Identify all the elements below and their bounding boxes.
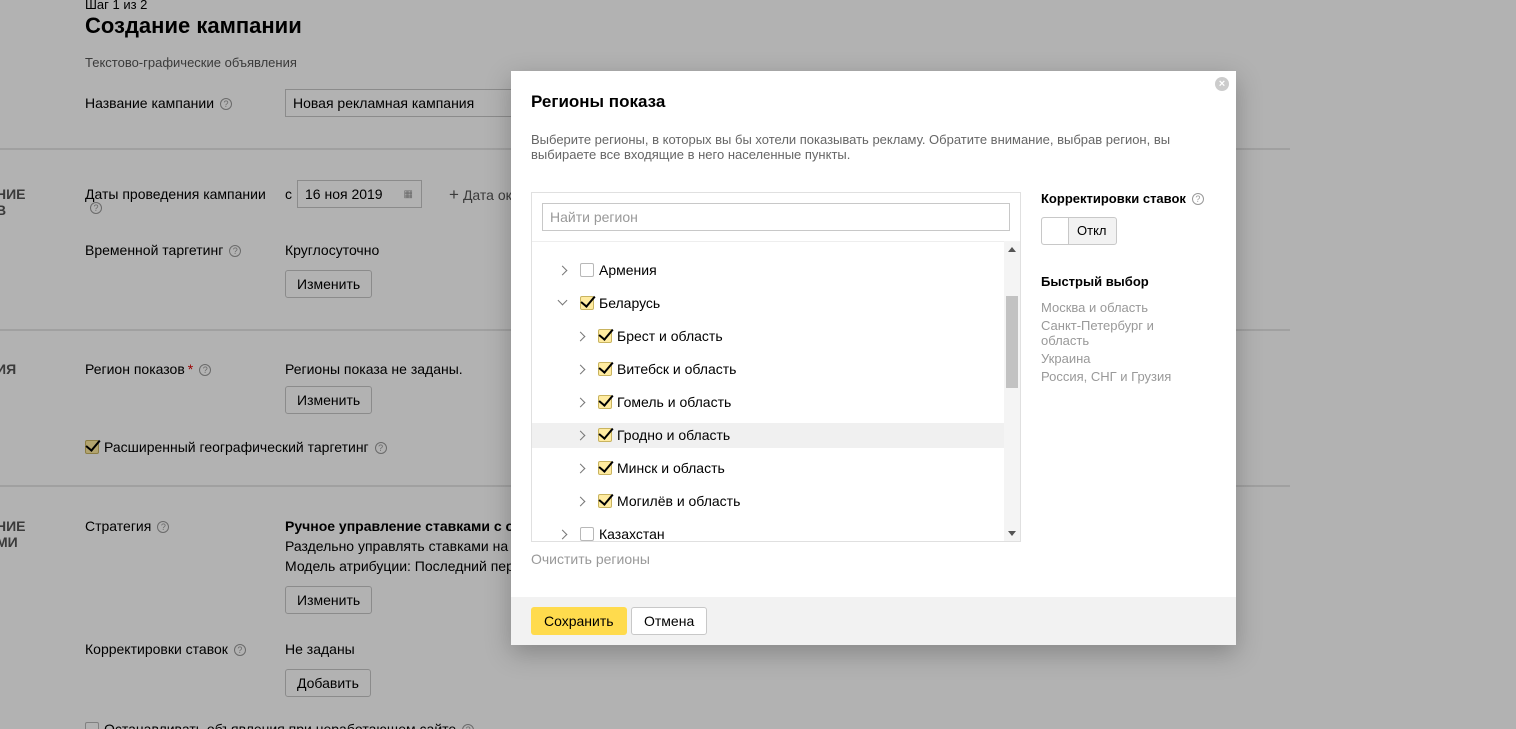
- region-label: Гродно и область: [617, 427, 731, 443]
- save-button[interactable]: Сохранить: [531, 607, 627, 635]
- modal-footer: Сохранить Отмена: [511, 597, 1236, 645]
- region-checkbox[interactable]: [580, 527, 594, 541]
- region-checkbox[interactable]: [598, 329, 612, 343]
- scroll-thumb[interactable]: [1006, 296, 1018, 388]
- region-label: Могилёв и область: [617, 493, 741, 509]
- quick-select-spb[interactable]: Санкт-Петербург и область: [1041, 318, 1191, 348]
- clear-regions-link[interactable]: Очистить регионы: [531, 551, 650, 567]
- bid-adjustments-toggle[interactable]: Откл: [1041, 217, 1117, 245]
- region-label: Гомель и область: [617, 394, 732, 410]
- modal-description: Выберите регионы, в которых вы бы хотели…: [531, 132, 1171, 162]
- cancel-button[interactable]: Отмена: [631, 607, 708, 635]
- region-label: Казахстан: [599, 526, 665, 542]
- region-label: Армения: [599, 262, 657, 278]
- help-icon[interactable]: ?: [1191, 193, 1204, 205]
- region-checkbox[interactable]: [580, 296, 594, 310]
- region-label: Беларусь: [599, 295, 661, 311]
- region-tree-panel: Найти регион Армения Беларусь Брест и обла…: [531, 192, 1021, 542]
- region-search-input[interactable]: Найти регион: [542, 203, 1010, 231]
- scroll-down-arrow-icon[interactable]: [1008, 531, 1016, 536]
- region-row[interactable]: Армения: [532, 258, 1004, 283]
- toggle-knob: [1042, 218, 1069, 244]
- region-label: Витебск и область: [617, 361, 737, 377]
- scroll-up-arrow-icon[interactable]: [1008, 247, 1016, 252]
- region-row[interactable]: Брест и область: [532, 324, 1004, 349]
- quick-select-ukraine[interactable]: Украина: [1041, 351, 1091, 366]
- region-row[interactable]: Минск и область: [532, 456, 1004, 481]
- chevron-right-icon[interactable]: [575, 364, 586, 375]
- chevron-right-icon[interactable]: [575, 430, 586, 441]
- region-checkbox[interactable]: [598, 494, 612, 508]
- quick-select-moscow[interactable]: Москва и область: [1041, 300, 1148, 315]
- region-checkbox[interactable]: [580, 263, 594, 277]
- region-row[interactable]: Витебск и область: [532, 357, 1004, 382]
- modal-title: Регионы показа: [531, 92, 666, 111]
- region-checkbox[interactable]: [598, 362, 612, 376]
- region-checkbox[interactable]: [598, 428, 612, 442]
- region-row[interactable]: Гродно и область: [532, 423, 1004, 448]
- close-icon[interactable]: ×: [1215, 77, 1229, 91]
- tree-scrollbar[interactable]: [1004, 241, 1020, 541]
- chevron-right-icon[interactable]: [575, 331, 586, 342]
- region-checkbox[interactable]: [598, 395, 612, 409]
- chevron-down-icon[interactable]: [557, 295, 568, 306]
- quick-select-cis[interactable]: Россия, СНГ и Грузия: [1041, 369, 1171, 384]
- chevron-right-icon[interactable]: [575, 397, 586, 408]
- toggle-label: Откл: [1077, 223, 1107, 238]
- region-row[interactable]: Гомель и область: [532, 390, 1004, 415]
- chevron-right-icon[interactable]: [557, 265, 568, 276]
- regions-modal: × Регионы показа Выберите регионы, в кот…: [511, 71, 1236, 645]
- bid-adjustments-title: Корректировки ставок?: [1041, 191, 1204, 206]
- region-tree-list: Армения Беларусь Брест и область Витебск и …: [532, 241, 1004, 542]
- chevron-right-icon[interactable]: [575, 463, 586, 474]
- chevron-right-icon[interactable]: [575, 496, 586, 507]
- region-row[interactable]: Казахстан: [532, 522, 1004, 542]
- region-row[interactable]: Беларусь: [532, 291, 1004, 316]
- region-checkbox[interactable]: [598, 461, 612, 475]
- chevron-right-icon[interactable]: [557, 529, 568, 540]
- region-row[interactable]: Могилёв и область: [532, 489, 1004, 514]
- region-label: Брест и область: [617, 328, 723, 344]
- quick-select-title: Быстрый выбор: [1041, 274, 1149, 289]
- region-label: Минск и область: [617, 460, 725, 476]
